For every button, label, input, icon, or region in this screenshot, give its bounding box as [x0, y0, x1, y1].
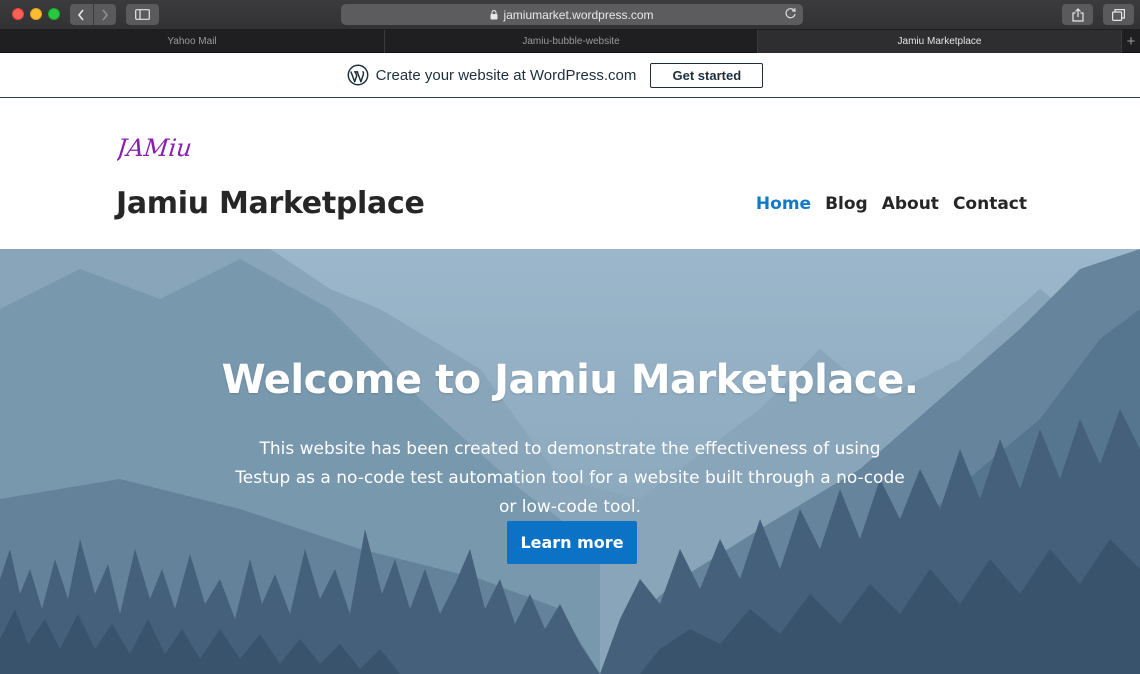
lock-icon	[490, 9, 498, 20]
wordpress-icon	[347, 64, 369, 86]
nav-item-contact[interactable]: Contact	[953, 194, 1027, 214]
new-tab-button[interactable]: +	[1122, 30, 1140, 52]
forward-icon	[102, 9, 108, 20]
browser-tab-bar: Yahoo Mail Jamiu-bubble-website Jamiu Ma…	[0, 30, 1140, 53]
wordpress-promo-bar: Create your website at WordPress.com Get…	[0, 53, 1140, 98]
site-header: JAMiu Jamiu Marketplace Home Blog About …	[0, 98, 1140, 249]
hero-section: Welcome to Jamiu Marketplace. This websi…	[0, 249, 1140, 674]
nav-item-home[interactable]: Home	[756, 194, 811, 214]
share-icon	[1071, 7, 1084, 22]
main-navigation: Home Blog About Contact	[756, 194, 1027, 214]
hero-content: Welcome to Jamiu Marketplace. This websi…	[0, 249, 1140, 674]
tab-yahoo-mail[interactable]: Yahoo Mail	[0, 30, 385, 53]
hero-title: Welcome to Jamiu Marketplace.	[221, 357, 919, 403]
tabs-overview-icon	[1112, 8, 1125, 21]
learn-more-button[interactable]: Learn more	[507, 521, 637, 564]
browser-toolbar: jamiumarket.wordpress.com	[0, 0, 1140, 30]
back-button[interactable]	[70, 4, 93, 25]
get-started-button[interactable]: Get started	[650, 62, 764, 88]
svg-text:JAMiu: JAMiu	[117, 134, 191, 162]
reload-icon[interactable]	[784, 7, 797, 23]
sidebar-icon	[135, 9, 150, 20]
address-bar[interactable]: jamiumarket.wordpress.com	[341, 4, 803, 25]
history-nav	[70, 4, 116, 25]
tab-jamiu-bubble-website[interactable]: Jamiu-bubble-website	[385, 30, 758, 53]
hero-description: This website has been created to demonst…	[235, 439, 905, 517]
promo-text: Create your website at WordPress.com	[375, 66, 637, 84]
sidebar-toggle-button[interactable]	[126, 4, 159, 25]
share-button[interactable]	[1062, 4, 1093, 25]
forward-button[interactable]	[92, 4, 117, 25]
minimize-window-button[interactable]	[30, 8, 42, 20]
close-window-button[interactable]	[12, 8, 24, 20]
site-title[interactable]: Jamiu Marketplace	[116, 186, 425, 221]
nav-item-about[interactable]: About	[882, 194, 939, 214]
nav-item-blog[interactable]: Blog	[825, 194, 868, 214]
back-icon	[78, 9, 84, 20]
url-text: jamiumarket.wordpress.com	[503, 7, 654, 22]
site-logo[interactable]: JAMiu	[117, 131, 191, 165]
tab-jamiu-marketplace[interactable]: Jamiu Marketplace	[758, 30, 1122, 53]
zoom-window-button[interactable]	[48, 8, 60, 20]
tab-overview-button[interactable]	[1103, 4, 1134, 25]
